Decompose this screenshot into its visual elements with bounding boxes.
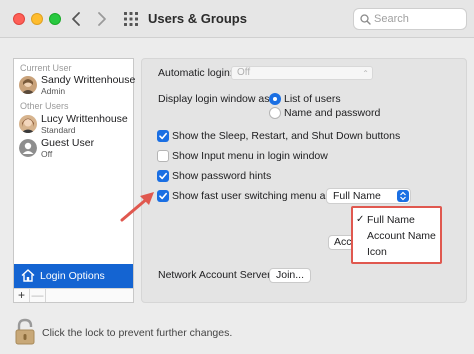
fast-switching-popup[interactable]: Full Name (326, 188, 411, 204)
remove-user-button[interactable]: — (30, 289, 46, 302)
user-role: Standard (41, 125, 76, 135)
checkmark-icon (159, 132, 167, 140)
annotation-arrow-icon (118, 188, 158, 227)
menu-item-label: Account Name (367, 230, 436, 242)
user-item-sandy[interactable]: Sandy Writtenhouse Admin (19, 74, 135, 98)
add-user-button[interactable]: + (14, 289, 30, 302)
checkmark-icon (159, 172, 167, 180)
menu-item-label: Full Name (367, 214, 415, 226)
checkbox-input-menu-label: Show Input menu in login window (172, 150, 328, 162)
current-user-heading: Current User (20, 63, 72, 73)
sidebar-toolbar: + — (14, 288, 133, 302)
fast-switching-menu: ✓ Full Name Account Name Icon (351, 206, 442, 264)
sidebar-item-login-options[interactable]: Login Options (14, 264, 133, 288)
display-login-label: Display login window as: (158, 93, 273, 105)
window-title: Users & Groups (148, 11, 247, 26)
forward-icon[interactable] (94, 10, 110, 28)
house-icon (21, 269, 35, 282)
user-role: Off (41, 149, 53, 159)
zoom-window-button[interactable] (49, 13, 61, 25)
checkbox-password-hints[interactable] (157, 170, 169, 182)
checkbox-input-menu[interactable] (157, 150, 169, 162)
checkmark-icon (159, 192, 167, 200)
user-item-lucy[interactable]: Lucy Writtenhouse Standard (19, 113, 131, 137)
user-role: Admin (41, 86, 66, 96)
chevron-updown-icon (397, 190, 409, 202)
avatar (19, 115, 37, 133)
other-users-heading: Other Users (20, 101, 69, 111)
avatar (19, 76, 37, 94)
user-name: Guest User (41, 137, 95, 149)
search-field[interactable]: Search (353, 8, 467, 30)
checkmark-icon: ✓ (356, 214, 365, 225)
automatic-login-value: Off (237, 67, 251, 78)
search-icon (360, 14, 371, 25)
search-placeholder: Search (374, 13, 409, 25)
network-server-label: Network Account Server: (158, 269, 274, 281)
guest-avatar (19, 139, 37, 157)
lock-icon[interactable] (14, 318, 36, 349)
checkbox-password-hints-label: Show password hints (172, 170, 272, 182)
footer: Click the lock to prevent further change… (0, 310, 474, 354)
join-button[interactable]: Join... (269, 268, 311, 283)
titlebar: Users & Groups Search (0, 0, 474, 38)
automatic-login-label: Automatic login: (158, 67, 233, 79)
checkbox-fast-switching[interactable] (157, 190, 169, 202)
radio-list-of-users[interactable] (269, 93, 281, 105)
user-name: Lucy Writtenhouse (41, 113, 128, 125)
login-options-label: Login Options (40, 270, 105, 282)
user-name: Sandy Writtenhouse (41, 74, 136, 86)
fast-switching-value: Full Name (333, 190, 381, 202)
back-icon[interactable] (68, 10, 84, 28)
chevron-updown-icon: ⌃ (362, 69, 369, 78)
radio-name-and-password-label: Name and password (284, 107, 381, 119)
minimize-window-button[interactable] (31, 13, 43, 25)
automatic-login-popup: Off ⌃ (231, 66, 373, 80)
menu-item-label: Icon (367, 246, 387, 258)
users-groups-window: Users & Groups Search Current User Sandy… (0, 0, 474, 354)
checkbox-sleep-restart[interactable] (157, 130, 169, 142)
users-sidebar: Current User Sandy Writtenhouse Admin Ot… (13, 58, 135, 303)
radio-list-of-users-label: List of users (284, 93, 341, 105)
checkbox-fast-switching-label: Show fast user switching menu as (172, 190, 331, 202)
radio-name-and-password[interactable] (269, 107, 281, 119)
checkbox-sleep-restart-label: Show the Sleep, Restart, and Shut Down b… (172, 130, 401, 142)
show-all-grid-icon[interactable] (124, 12, 138, 26)
lock-hint-text: Click the lock to prevent further change… (42, 327, 233, 339)
close-window-button[interactable] (13, 13, 25, 25)
user-item-guest[interactable]: Guest User Off (19, 137, 131, 161)
